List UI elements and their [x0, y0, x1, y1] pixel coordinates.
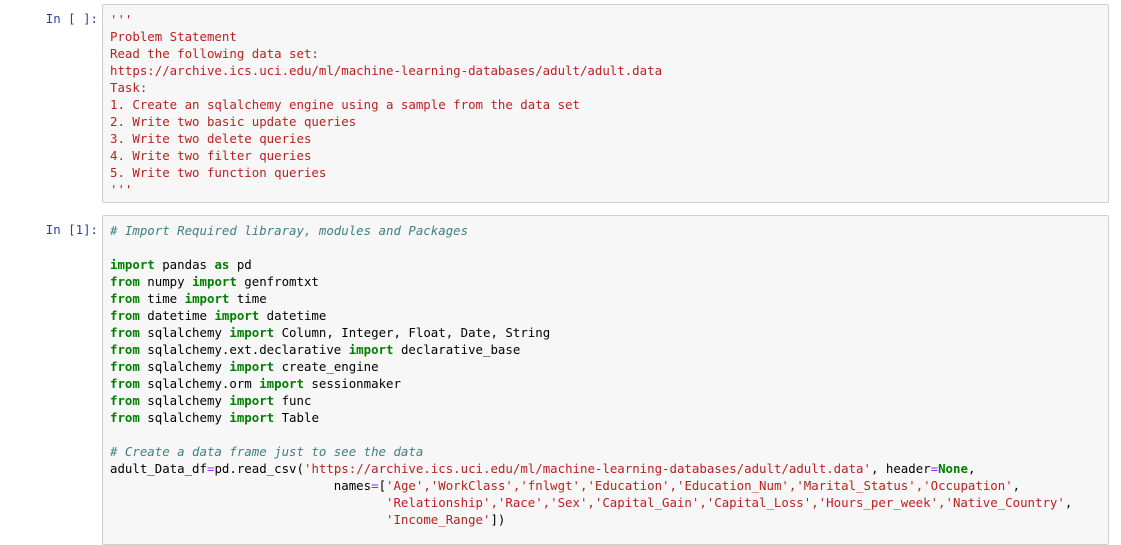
code-line-import: from time import time: [110, 291, 267, 306]
code-comment: # Create a data frame just to see the da…: [110, 444, 424, 459]
code-line: 5. Write two function queries: [110, 165, 327, 180]
code-line-names-3: 'Income_Range']): [386, 512, 506, 527]
cell-prompt: In [ ]:: [45, 11, 98, 26]
code-line: 4. Write two filter queries: [110, 148, 312, 163]
cell-prompt: In [1]:: [45, 222, 98, 237]
code-line-import: from datetime import datetime: [110, 308, 327, 323]
code-line-names-1: names=['Age','WorkClass','fnlwgt','Educa…: [333, 478, 1021, 493]
code-line-import: from sqlalchemy import create_engine: [110, 359, 379, 374]
code-line-import: from sqlalchemy.ext.declarative import d…: [110, 342, 521, 357]
code-line: Task:: [110, 80, 148, 95]
code-line: ''': [110, 12, 133, 27]
code-line: Read the following data set:: [110, 46, 319, 61]
code-line: ''': [110, 182, 133, 197]
code-line-import: from sqlalchemy import Column, Integer, …: [110, 325, 551, 340]
code-line-import: from numpy import genfromtxt: [110, 274, 319, 289]
code-line: https://archive.ics.uci.edu/ml/machine-l…: [110, 63, 663, 78]
code-line: Problem Statement: [110, 29, 237, 44]
code-line: 1. Create an sqlalchemy engine using a s…: [110, 97, 580, 112]
code-line-read-csv: adult_Data_df=pd.read_csv('https://archi…: [110, 461, 976, 476]
code-line-import: import pandas as pd: [110, 257, 252, 272]
code-line: 2. Write two basic update queries: [110, 114, 357, 129]
code-line: 3. Write two delete queries: [110, 131, 312, 146]
code-input-area[interactable]: # Import Required libraray, modules and …: [102, 215, 1109, 545]
code-line-import: from sqlalchemy.orm import sessionmaker: [110, 376, 401, 391]
code-input-area[interactable]: ''' Problem Statement Read the following d…: [102, 4, 1109, 203]
code-comment: # Import Required libraray, modules and …: [110, 223, 469, 238]
code-line-import: from sqlalchemy import func: [110, 393, 312, 408]
code-line-import: from sqlalchemy import Table: [110, 410, 319, 425]
code-line-names-2: 'Relationship','Race','Sex','Capital_Gai…: [386, 495, 1073, 510]
